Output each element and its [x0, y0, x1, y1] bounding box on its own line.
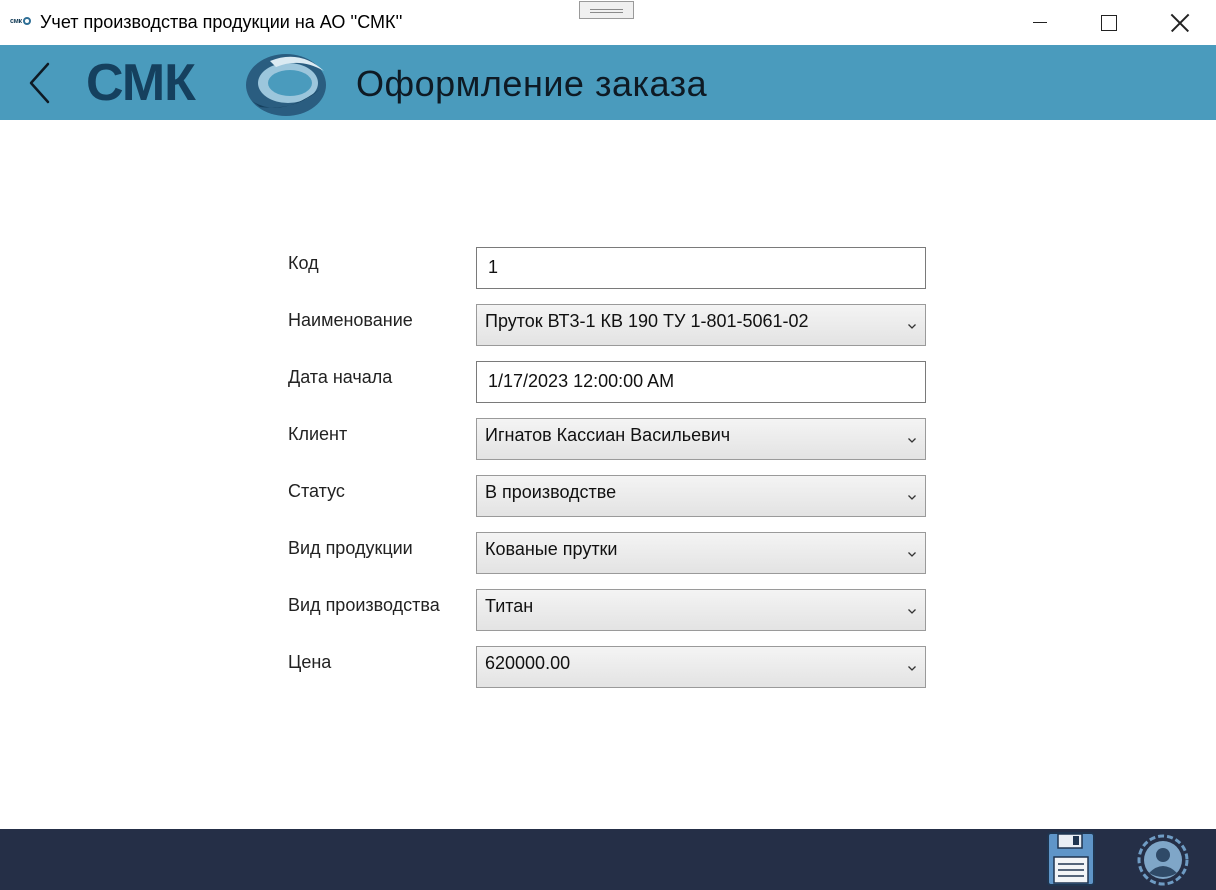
form-row-price: Цена 620000.00: [288, 646, 928, 690]
app-header: СМК Оформление заказа: [0, 45, 1216, 120]
code-field[interactable]: 1: [476, 247, 926, 289]
chevron-down-icon: [908, 438, 916, 443]
start-date-field[interactable]: 1/17/2023 12:00:00 AM: [476, 361, 926, 403]
profile-button[interactable]: [1136, 833, 1190, 887]
app-icon-ring: [22, 17, 31, 25]
name-combobox[interactable]: Пруток ВТ3-1 КВ 190 ТУ 1-801-5061-02: [476, 304, 926, 346]
company-logo: СМК: [86, 49, 334, 119]
chevron-down-icon: [908, 495, 916, 500]
client-label: Клиент: [288, 424, 348, 444]
price-label: Цена: [288, 652, 332, 672]
form-row-name: Наименование Пруток ВТ3-1 КВ 190 ТУ 1-80…: [288, 304, 928, 348]
app-footer: [0, 829, 1216, 890]
name-label: Наименование: [288, 310, 413, 330]
maximize-icon: [1101, 14, 1117, 31]
form-row-code: Код 1: [288, 247, 928, 291]
status-combobox[interactable]: В производстве: [476, 475, 926, 517]
app-icon: смк: [10, 15, 36, 27]
form-row-status: Статус В производстве: [288, 475, 928, 519]
price-combobox[interactable]: 620000.00: [476, 646, 926, 688]
chevron-left-icon: [29, 62, 50, 104]
close-button[interactable]: [1145, 0, 1215, 45]
close-icon: [1170, 13, 1190, 33]
user-profile-icon: [1137, 834, 1189, 886]
floppy-disk-icon: [1047, 832, 1095, 886]
window-title: Учет производства продукции на АО ''СМК'…: [40, 12, 403, 32]
form-row-product-type: Вид продукции Кованые прутки: [288, 532, 928, 576]
production-type-label: Вид производства: [288, 595, 440, 615]
price-value: 620000.00: [485, 653, 571, 673]
code-label: Код: [288, 253, 319, 273]
production-type-combobox[interactable]: Титан: [476, 589, 926, 631]
status-value: В производстве: [485, 482, 617, 502]
logo-swoosh-icon: [246, 54, 326, 116]
form-row-client: Клиент Игнатов Кассиан Васильевич: [288, 418, 928, 462]
chevron-down-icon: [908, 666, 916, 671]
code-value: 1: [488, 257, 499, 277]
name-value: Пруток ВТ3-1 КВ 190 ТУ 1-801-5061-02: [485, 311, 809, 331]
window-titlebar: смк Учет производства продукции на АО ''…: [0, 0, 1216, 45]
client-value: Игнатов Кассиан Васильевич: [485, 425, 731, 445]
chevron-down-icon: [908, 609, 916, 614]
chevron-down-icon: [908, 552, 916, 557]
back-button[interactable]: [22, 61, 58, 105]
logo-text: СМК: [86, 54, 196, 112]
production-type-value: Титан: [485, 596, 534, 616]
page-title: Оформление заказа: [356, 63, 708, 104]
client-combobox[interactable]: Игнатов Кассиан Васильевич: [476, 418, 926, 460]
chevron-down-icon: [908, 324, 916, 329]
minimize-icon: [1033, 22, 1047, 23]
save-button[interactable]: [1046, 831, 1096, 887]
product-type-combobox[interactable]: Кованые прутки: [476, 532, 926, 574]
form-row-start-date: Дата начала 1/17/2023 12:00:00 AM: [288, 361, 928, 405]
app-icon-text: смк: [10, 17, 22, 25]
drag-handle[interactable]: [579, 1, 634, 19]
status-label: Статус: [288, 481, 345, 501]
product-type-value: Кованые прутки: [485, 539, 618, 559]
product-type-label: Вид продукции: [288, 538, 413, 558]
maximize-button[interactable]: [1074, 0, 1144, 45]
start-date-label: Дата начала: [288, 367, 393, 387]
start-date-value: 1/17/2023 12:00:00 AM: [488, 371, 675, 391]
form-row-production-type: Вид производства Титан: [288, 589, 928, 633]
minimize-button[interactable]: [1005, 0, 1075, 45]
